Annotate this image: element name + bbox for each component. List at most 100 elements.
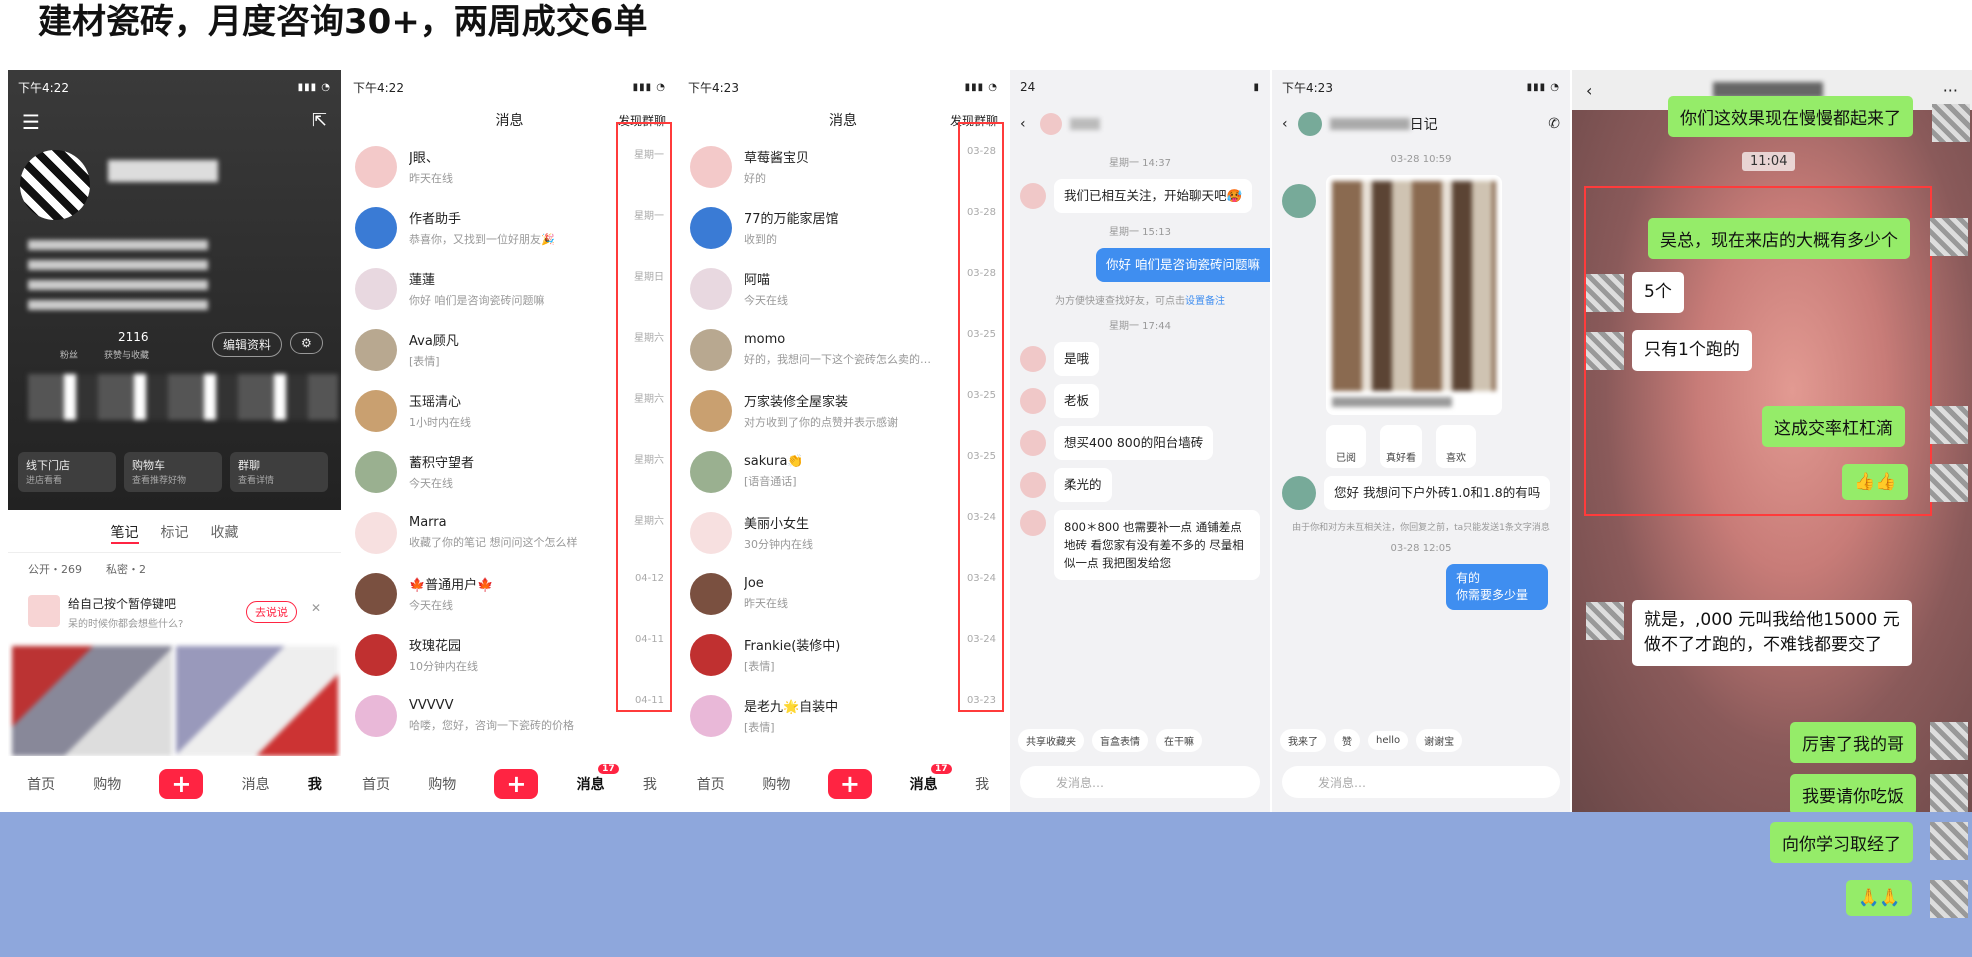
avatar[interactable] <box>20 150 90 220</box>
nav-me[interactable]: 我 <box>308 774 322 794</box>
nav-shop[interactable]: 购物 <box>93 774 121 794</box>
avatar[interactable] <box>355 694 397 737</box>
nav-shop[interactable]: 购物 <box>428 774 456 794</box>
sender-avatar[interactable] <box>1020 388 1046 414</box>
avatar[interactable] <box>690 267 732 310</box>
avatar[interactable] <box>690 511 732 554</box>
avatar[interactable] <box>690 145 732 188</box>
message-input[interactable]: 发消息… <box>1282 766 1560 798</box>
avatar[interactable] <box>355 572 397 615</box>
chip-here[interactable]: 我来了 <box>1280 728 1326 752</box>
status-bar: 下午4:22 ▮▮▮ ◔ <box>8 70 341 104</box>
chip-thanks[interactable]: 谢谢宝 <box>1416 728 1463 752</box>
shared-note-image <box>1332 181 1496 391</box>
contact-avatar[interactable] <box>1586 332 1624 370</box>
back-icon[interactable]: ‹ <box>1586 81 1592 100</box>
contact-avatar[interactable] <box>1586 274 1624 312</box>
nav-post-button[interactable]: + <box>159 769 204 799</box>
avatar[interactable] <box>690 389 732 432</box>
sender-avatar[interactable] <box>1282 476 1316 510</box>
reaction-nice[interactable]: 真好看 <box>1380 425 1422 468</box>
chat-avatar[interactable] <box>1297 112 1322 136</box>
my-avatar[interactable] <box>1930 218 1968 256</box>
public-count[interactable]: 公开・269 <box>28 561 82 577</box>
menu-icon[interactable]: ☰ <box>22 110 40 134</box>
note-thumb-2[interactable] <box>176 646 338 756</box>
sender-avatar[interactable] <box>1020 346 1046 372</box>
sender-avatar[interactable] <box>1020 430 1046 456</box>
tab-notes[interactable]: 笔记 <box>110 522 139 544</box>
chip-what-doing[interactable]: 在干嘛 <box>1156 728 1202 752</box>
phone-icon[interactable]: ✆ <box>1548 116 1560 132</box>
avatar[interactable] <box>690 694 732 737</box>
nav-msg[interactable]: 消息 17 <box>577 764 619 794</box>
avatar[interactable] <box>690 633 732 676</box>
avatar[interactable] <box>690 450 732 493</box>
my-avatar[interactable] <box>1930 406 1968 444</box>
card-cart[interactable]: 购物车 查看推荐好物 <box>124 452 222 492</box>
my-avatar[interactable] <box>1930 464 1968 502</box>
back-icon[interactable]: ‹ <box>1282 116 1288 132</box>
avatar[interactable] <box>690 572 732 615</box>
card-store[interactable]: 线下门店 进店看看 <box>18 452 116 492</box>
chip-like[interactable]: 赞 <box>1334 728 1360 752</box>
tab-favorites[interactable]: 收藏 <box>211 522 239 544</box>
avatar[interactable] <box>355 450 397 493</box>
msg-impressive: 厉害了我的哥 <box>1790 722 1916 763</box>
nav-home[interactable]: 首页 <box>362 774 390 794</box>
tip-button[interactable]: 去说说 <box>246 601 297 623</box>
sender-avatar[interactable] <box>1020 472 1046 498</box>
nav-msg[interactable]: 消息 <box>242 774 270 794</box>
share-icon[interactable]: ⇱ <box>312 110 327 131</box>
avatar[interactable] <box>355 145 397 188</box>
nav-home[interactable]: 首页 <box>697 774 725 794</box>
shared-note-card[interactable] <box>1326 175 1502 415</box>
nav-post-button[interactable]: + <box>494 769 539 799</box>
reaction-read[interactable]: 已阅 <box>1326 425 1366 468</box>
status-time: 下午4:23 <box>1282 80 1333 95</box>
nav-post-button[interactable]: + <box>827 769 872 799</box>
avatar[interactable] <box>355 206 397 249</box>
close-icon[interactable]: ✕ <box>311 601 321 615</box>
nav-me[interactable]: 我 <box>975 774 989 794</box>
highlights-row <box>28 374 338 420</box>
card-group[interactable]: 群聊 查看详情 <box>230 452 328 492</box>
tip-card[interactable]: 给自己按个暂停键吧 呆的时候你都会想些什么? 去说说 ✕ <box>18 589 331 631</box>
nav-shop[interactable]: 购物 <box>762 774 790 794</box>
my-avatar[interactable] <box>1930 774 1968 812</box>
message-input[interactable]: 发消息… <box>1020 766 1260 798</box>
avatar[interactable] <box>355 511 397 554</box>
avatar[interactable] <box>355 633 397 676</box>
more-icon[interactable]: ··· <box>1943 81 1958 100</box>
avatar[interactable] <box>355 267 397 310</box>
chip-blindbox-stickers[interactable]: 盲盒表情 <box>1092 728 1148 752</box>
contact-avatar[interactable] <box>1586 602 1624 640</box>
back-icon[interactable]: ‹ <box>1020 116 1026 132</box>
my-avatar[interactable] <box>1930 880 1968 918</box>
chat-avatar[interactable] <box>1039 113 1062 135</box>
sender-avatar[interactable] <box>1020 183 1046 209</box>
message-in: 是哦 <box>1020 342 1260 376</box>
set-remark-link[interactable]: 设置备注 <box>1185 296 1225 307</box>
nav-home[interactable]: 首页 <box>27 774 55 794</box>
chip-hello[interactable]: hello <box>1368 730 1409 750</box>
avatar[interactable] <box>355 328 397 371</box>
signal-icons: ▮▮▮ ◔ <box>964 81 998 93</box>
edit-profile-button[interactable]: 编辑资料 <box>212 332 283 357</box>
my-avatar[interactable] <box>1932 104 1970 142</box>
avatar[interactable] <box>690 206 732 249</box>
private-count[interactable]: 私密・2 <box>106 561 146 577</box>
sender-avatar[interactable] <box>1020 510 1046 536</box>
note-thumb-1[interactable] <box>12 646 172 756</box>
my-avatar[interactable] <box>1930 722 1968 760</box>
nav-msg[interactable]: 消息 17 <box>910 764 952 794</box>
chip-shared-favorites[interactable]: 共享收藏夹 <box>1018 728 1084 752</box>
tab-marks[interactable]: 标记 <box>161 522 189 544</box>
reaction-like[interactable]: 喜欢 <box>1436 425 1476 468</box>
avatar[interactable] <box>355 389 397 432</box>
avatar[interactable] <box>690 328 732 371</box>
settings-button[interactable]: ⚙ <box>290 332 323 354</box>
nav-me[interactable]: 我 <box>643 774 657 794</box>
sender-avatar[interactable] <box>1282 184 1316 218</box>
my-avatar[interactable] <box>1930 822 1968 860</box>
